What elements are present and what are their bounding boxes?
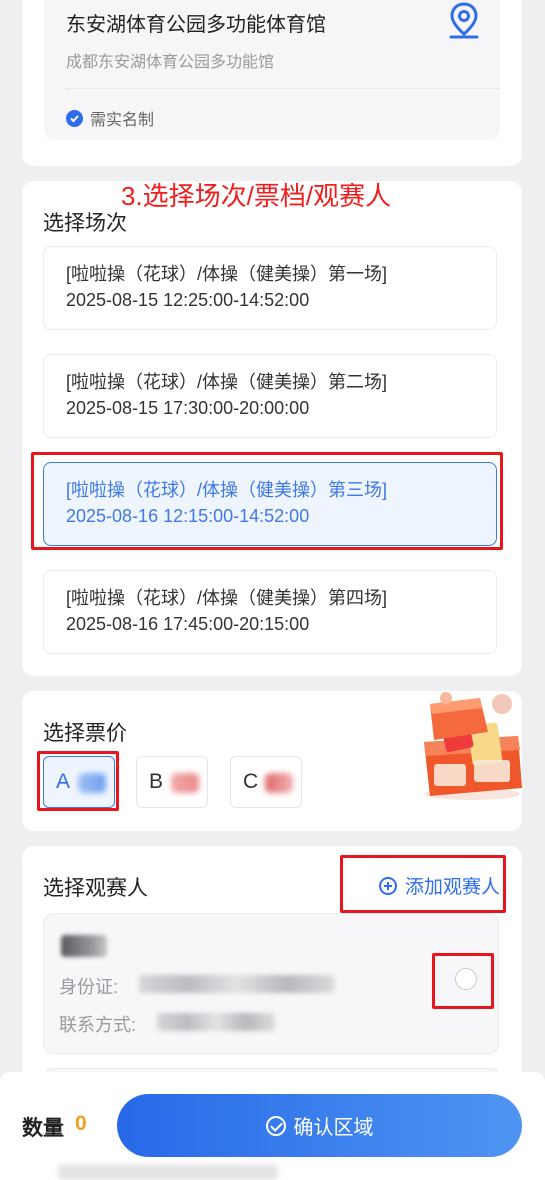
id-value-blurred	[139, 975, 335, 993]
viewer-name-blurred	[61, 935, 107, 957]
contact-label: 联系方式:	[59, 1015, 137, 1035]
venue-name: 东安湖体育公园多功能体育馆	[66, 14, 326, 36]
session-name: [啦啦操（花球）/体操（健美操）第一场]	[66, 264, 388, 284]
session-name: [啦啦操（花球）/体操（健美操）第四场]	[66, 588, 388, 608]
session-option-4[interactable]: [啦啦操（花球）/体操（健美操）第四场] 2025-08-16 17:45:00…	[43, 570, 497, 654]
session-section-title: 选择场次	[43, 212, 127, 235]
contact-value-blurred	[157, 1013, 275, 1031]
quantity-label: 数量	[22, 1117, 64, 1140]
check-circle-icon	[265, 1115, 286, 1136]
venue-info: 东安湖体育公园多功能体育馆 成都东安湖体育公园多功能馆 需实名制	[44, 0, 500, 140]
confirm-label: 确认区域	[293, 1117, 374, 1139]
price-option-c[interactable]: C	[230, 756, 302, 808]
session-option-2[interactable]: [啦啦操（花球）/体操（健美操）第二场] 2025-08-15 17:30:00…	[43, 354, 497, 438]
highlight-box-session	[31, 452, 503, 550]
viewer-section-title: 选择观赛人	[43, 877, 148, 900]
highlight-box-add-viewer	[340, 855, 506, 913]
highlight-box-radio	[432, 953, 494, 1009]
quantity-value: 0	[75, 1112, 87, 1135]
price-value-blurred	[171, 773, 199, 793]
real-name-note: 需实名制	[66, 106, 154, 130]
price-letter: C	[243, 770, 259, 793]
session-time: 2025-08-15 12:25:00-14:52:00	[66, 290, 310, 310]
id-label: 身份证:	[59, 977, 119, 997]
tutorial-annotation: 3.选择场次/票档/观赛人	[121, 181, 392, 211]
location-pin-icon[interactable]	[448, 2, 480, 40]
venue-card: 东安湖体育公园多功能体育馆 成都东安湖体育公园多功能馆 需实名制	[22, 0, 522, 166]
real-name-label: 需实名制	[90, 112, 155, 129]
session-time: 2025-08-15 17:30:00-20:00:00	[66, 398, 310, 418]
price-option-b[interactable]: B	[136, 756, 208, 808]
venue-subname: 成都东安湖体育公园多功能馆	[66, 54, 275, 71]
price-value-blurred	[265, 773, 293, 793]
confirm-area-button[interactable]: 确认区域	[117, 1094, 522, 1157]
session-option-1[interactable]: [啦啦操（花球）/体操（健美操）第一场] 2025-08-15 12:25:00…	[43, 246, 497, 330]
session-time: 2025-08-16 17:45:00-20:15:00	[66, 614, 310, 634]
viewer-item[interactable]: 身份证: 联系方式:	[43, 913, 499, 1054]
gift-box-icon[interactable]	[410, 684, 535, 804]
session-name: [啦啦操（花球）/体操（健美操）第二场]	[66, 372, 388, 392]
divider	[66, 88, 500, 89]
session-card: 选择场次 [啦啦操（花球）/体操（健美操）第一场] 2025-08-15 12:…	[22, 181, 522, 676]
highlight-box-price	[37, 751, 119, 811]
blurred-overflow-text	[58, 1164, 278, 1180]
price-section-title: 选择票价	[43, 722, 127, 745]
price-letter: B	[149, 770, 164, 793]
check-icon	[66, 109, 83, 127]
